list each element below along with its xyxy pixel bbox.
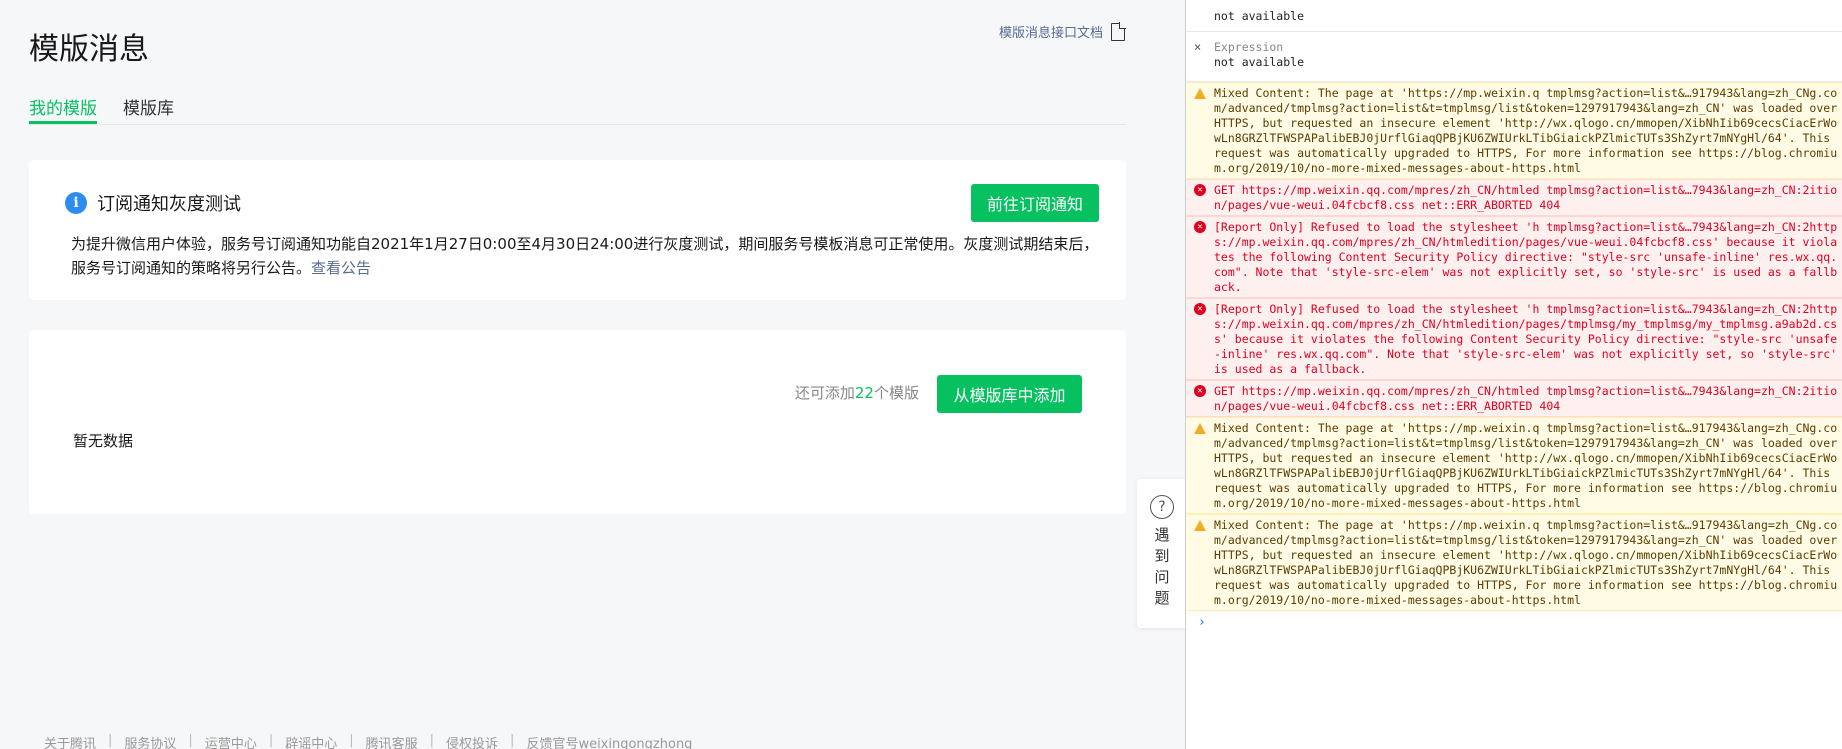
remaining-quota: 还可添加22个模版 [795, 382, 919, 403]
template-message-page: 模版消息 模版消息接口文档 我的模版 模版库 i 订阅通知灰度测试 前往订阅通知… [0, 0, 1187, 749]
question-icon: ? [1150, 495, 1174, 519]
empty-state: 暂无数据 [73, 432, 134, 450]
expression-label: Expression [1214, 40, 1284, 54]
error-icon: ✕ [1194, 221, 1206, 233]
help-label: 遇到问题 [1154, 526, 1170, 607]
live-expression: not available [1186, 0, 1842, 32]
footer-separator: | [429, 733, 435, 748]
console-message-text: Mixed Content: The page at 'https://mp.w… [1214, 86, 1838, 175]
footer-link[interactable]: 反馈官号weixingongzhong [526, 733, 692, 749]
footer-link[interactable]: 辟谣中心 [285, 733, 337, 749]
console-warning[interactable]: Mixed Content: The page at 'https://mp.w… [1186, 417, 1842, 514]
console-error[interactable]: ✕ GET https://mp.weixin.qq.com/mpres/zh_… [1186, 179, 1842, 216]
notice-header: i 订阅通知灰度测试 [65, 190, 241, 216]
goto-subscription-button[interactable]: 前往订阅通知 [971, 184, 1099, 222]
view-announcement-link[interactable]: 查看公告 [311, 259, 371, 277]
footer-links: 关于腾讯 | 服务协议 | 运营中心 | 辟谣中心 | 腾讯客服 | 侵权投诉 … [44, 733, 692, 749]
api-doc-link-label: 模版消息接口文档 [998, 26, 1103, 41]
console-message-text: GET https://mp.weixin.qq.com/mpres/zh_CN… [1214, 384, 1838, 413]
error-icon: ✕ [1194, 303, 1206, 315]
add-from-library-button[interactable]: 从模版库中添加 [937, 375, 1082, 413]
expression-value: not available [1214, 55, 1305, 69]
notice-title: 订阅通知灰度测试 [97, 194, 241, 215]
console-message-text: Mixed Content: The page at 'https://mp.w… [1214, 518, 1838, 607]
subscription-notice-card: i 订阅通知灰度测试 前往订阅通知 为提升微信用户体验，服务号订阅通知功能自20… [29, 160, 1126, 300]
warning-icon [1194, 519, 1206, 531]
error-icon: ✕ [1194, 385, 1206, 397]
tab-bar: 我的模版 模版库 [29, 92, 1126, 125]
console-error[interactable]: ✕ [Report Only] Refused to load the styl… [1186, 216, 1842, 298]
warning-icon [1194, 422, 1206, 434]
close-icon[interactable]: × [1194, 40, 1201, 54]
footer-separator: | [510, 733, 515, 748]
footer-link[interactable]: 侵权投诉 [446, 733, 498, 749]
console-warning[interactable]: Mixed Content: The page at 'https://mp.w… [1186, 82, 1842, 179]
tab-template-library[interactable]: 模版库 [123, 92, 174, 124]
footer-separator: | [108, 733, 113, 748]
notice-text: 为提升微信用户体验，服务号订阅通知功能自2021年1月27日0:00至4月30日… [71, 235, 1099, 277]
footer-link[interactable]: 关于腾讯 [44, 733, 96, 749]
console-warning[interactable]: Mixed Content: The page at 'https://mp.w… [1186, 514, 1842, 611]
footer-link[interactable]: 腾讯客服 [366, 733, 418, 749]
footer-separator: | [188, 733, 193, 748]
console-prompt[interactable]: › [1186, 611, 1842, 630]
screen: 模版消息 模版消息接口文档 我的模版 模版库 i 订阅通知灰度测试 前往订阅通知… [0, 0, 1842, 749]
api-doc-link[interactable]: 模版消息接口文档 [998, 21, 1126, 41]
devtools-console: not available × Expression not available… [1185, 0, 1842, 749]
console-error[interactable]: ✕ GET https://mp.weixin.qq.com/mpres/zh_… [1186, 380, 1842, 417]
help-float-button[interactable]: ? 遇到问题 [1137, 479, 1187, 628]
footer-link[interactable]: 服务协议 [124, 733, 176, 749]
console-message-text: Mixed Content: The page at 'https://mp.w… [1214, 421, 1838, 510]
console-message-text: GET https://mp.weixin.qq.com/mpres/zh_CN… [1214, 183, 1838, 212]
remaining-count: 22 [854, 384, 874, 402]
remaining-prefix: 还可添加 [794, 384, 855, 402]
footer-separator: | [349, 733, 354, 748]
footer-separator: | [268, 733, 274, 748]
notice-body: 为提升微信用户体验，服务号订阅通知功能自2021年1月27日0:00至4月30日… [71, 232, 1101, 280]
document-icon [1111, 21, 1126, 41]
console-message-text: [Report Only] Refused to load the styles… [1214, 302, 1838, 376]
footer-link[interactable]: 运营中心 [205, 733, 257, 749]
live-expression: × Expression not available [1186, 32, 1842, 82]
warning-icon [1194, 87, 1206, 99]
page-title: 模版消息 [29, 32, 149, 67]
my-templates-card: 还可添加22个模版 从模版库中添加 暂无数据 [29, 330, 1126, 514]
expression-value: not available [1214, 9, 1305, 23]
error-icon: ✕ [1194, 184, 1206, 196]
console-error[interactable]: ✕ [Report Only] Refused to load the styl… [1186, 298, 1842, 380]
console-message-text: [Report Only] Refused to load the styles… [1214, 220, 1838, 294]
remaining-suffix: 个模版 [873, 384, 919, 402]
info-icon: i [65, 192, 87, 214]
tab-my-templates[interactable]: 我的模版 [29, 92, 97, 124]
